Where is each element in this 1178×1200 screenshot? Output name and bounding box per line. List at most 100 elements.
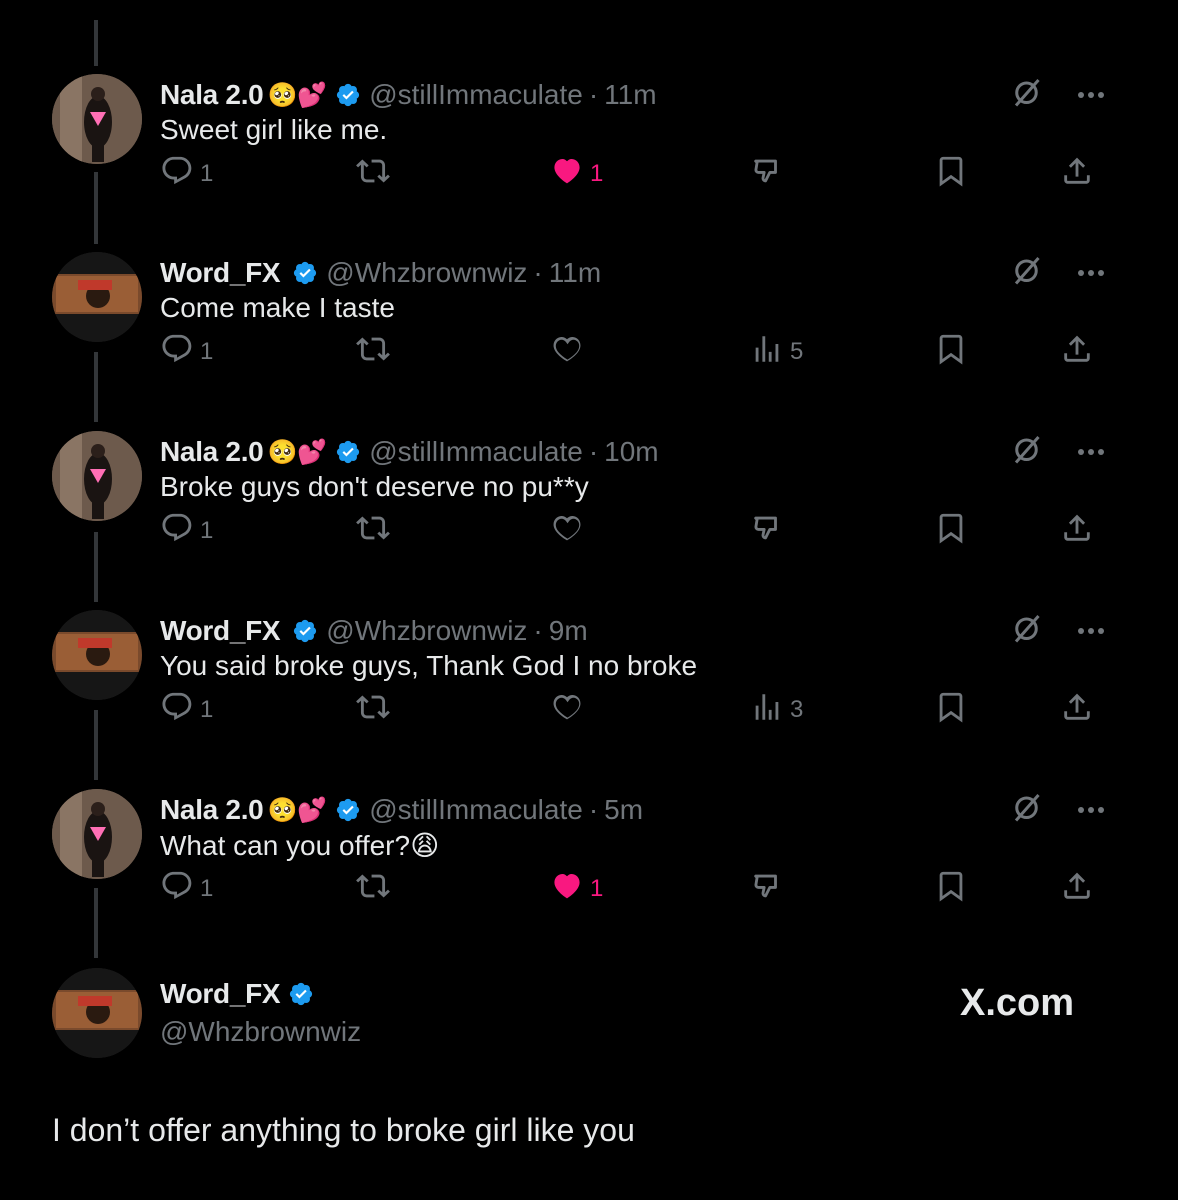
handle[interactable]: @stillImmaculate — [369, 436, 583, 468]
handle[interactable]: @Whzbrownwiz — [326, 257, 527, 289]
retweet-button[interactable] — [356, 332, 390, 372]
reply-button[interactable]: 1 — [160, 154, 213, 194]
views-button[interactable]: 3 — [750, 690, 803, 730]
display-name[interactable]: Word_FX — [160, 978, 281, 1010]
bookmark-button[interactable] — [934, 332, 968, 372]
share-button[interactable] — [1060, 154, 1094, 194]
display-name[interactable]: Word_FX — [160, 257, 281, 289]
dislike-button[interactable] — [750, 869, 790, 909]
like-button[interactable]: 1 — [550, 869, 603, 909]
heart-icon — [550, 690, 584, 731]
retweet-button[interactable] — [356, 690, 390, 730]
reply-button[interactable]: 1 — [160, 690, 213, 730]
tweet-text: You said broke guys, Thank God I no brok… — [160, 650, 698, 681]
more-icon[interactable] — [1076, 802, 1106, 813]
avatar[interactable] — [52, 74, 142, 164]
action-bar: 1 — [0, 511, 1178, 551]
tweet-text: Come make I taste — [160, 292, 395, 323]
reply-icon — [160, 154, 194, 195]
handle[interactable]: @Whzbrownwiz — [326, 615, 527, 647]
display-name[interactable]: Nala 2.0 — [160, 436, 264, 468]
reply-tweet[interactable]: Word_FX @Whzbrownwiz · 11m Come make I taste… — [0, 252, 1178, 402]
share-button[interactable] — [1060, 332, 1094, 372]
action-bar: 15 — [0, 332, 1178, 372]
timestamp[interactable]: 5m — [604, 794, 643, 826]
timestamp[interactable]: 10m — [604, 436, 658, 468]
grok-icon[interactable] — [1010, 74, 1046, 110]
like-button[interactable] — [550, 511, 590, 551]
main-post: Word_FX @Whzbrownwiz X.com — [0, 968, 1178, 1068]
separator-dot: · — [533, 257, 543, 288]
tweet-text: Broke guys don't deserve no pu**y — [160, 471, 589, 502]
reply-button[interactable]: 1 — [160, 332, 213, 372]
handle[interactable]: @stillImmaculate — [369, 79, 583, 111]
more-icon[interactable] — [1076, 87, 1106, 98]
tweet-top-icons — [1010, 431, 1106, 467]
heart-icon — [550, 154, 584, 195]
name-emojis: 🥺💕 — [267, 796, 328, 824]
bookmark-button[interactable] — [934, 511, 968, 551]
grok-icon[interactable] — [1010, 431, 1046, 467]
like-count: 1 — [590, 875, 604, 902]
share-icon — [1060, 511, 1094, 552]
grok-icon[interactable] — [1010, 789, 1046, 825]
like-button[interactable] — [550, 690, 590, 730]
timestamp[interactable]: 9m — [549, 615, 588, 647]
like-count: 1 — [590, 160, 604, 187]
verified-badge-icon — [290, 982, 313, 1006]
share-button[interactable] — [1060, 511, 1094, 551]
bookmark-button[interactable] — [934, 690, 968, 730]
views-icon — [750, 690, 784, 731]
more-icon[interactable] — [1076, 444, 1106, 455]
bookmark-button[interactable] — [934, 869, 968, 909]
grok-icon[interactable] — [1010, 610, 1046, 646]
timestamp[interactable]: 11m — [604, 79, 656, 111]
like-button[interactable] — [550, 332, 590, 372]
reply-tweet[interactable]: Word_FX @Whzbrownwiz · 9m You said broke guy… — [0, 610, 1178, 760]
retweet-icon — [356, 511, 390, 552]
reply-button[interactable]: 1 — [160, 869, 213, 909]
retweet-button[interactable] — [356, 154, 390, 194]
retweet-button[interactable] — [356, 511, 390, 551]
share-button[interactable] — [1060, 869, 1094, 909]
avatar[interactable] — [52, 252, 142, 342]
share-icon — [1060, 332, 1094, 373]
dislike-button[interactable] — [750, 511, 790, 551]
avatar[interactable] — [52, 610, 142, 700]
more-icon[interactable] — [1076, 265, 1106, 276]
display-name[interactable]: Nala 2.0 — [160, 794, 264, 826]
avatar[interactable] — [52, 431, 142, 521]
reply-tweet[interactable]: Nala 2.0 🥺💕 @stillImmaculate · 5m What can yo… — [0, 789, 1178, 939]
bookmark-button[interactable] — [934, 154, 968, 194]
reply-icon — [160, 332, 194, 373]
retweet-icon — [356, 332, 390, 373]
grok-icon[interactable] — [1010, 252, 1046, 288]
bookmark-icon — [934, 154, 968, 195]
retweet-button[interactable] — [356, 869, 390, 909]
share-button[interactable] — [1060, 690, 1094, 730]
verified-badge-icon — [337, 83, 360, 107]
handle[interactable]: @stillImmaculate — [369, 794, 583, 826]
heart-icon — [550, 869, 584, 910]
avatar[interactable] — [52, 789, 142, 879]
reply-tweet[interactable]: Nala 2.0 🥺💕 @stillImmaculate · 10m Broke guys… — [0, 431, 1178, 581]
share-icon — [1060, 154, 1094, 195]
separator-dot: · — [533, 615, 543, 646]
dislike-button[interactable] — [750, 154, 790, 194]
views-button[interactable]: 5 — [750, 332, 803, 372]
more-icon[interactable] — [1076, 623, 1106, 634]
verified-badge-icon — [337, 798, 360, 822]
avatar[interactable] — [52, 968, 142, 1058]
verified-badge-icon — [294, 261, 317, 285]
verified-badge-icon — [337, 440, 360, 464]
views-icon — [750, 332, 784, 373]
tweet-header: Nala 2.0 🥺💕 @stillImmaculate · 5m — [160, 793, 643, 827]
display-name[interactable]: Word_FX — [160, 615, 281, 647]
display-name[interactable]: Nala 2.0 — [160, 79, 264, 111]
reply-tweet[interactable]: Nala 2.0 🥺💕 @stillImmaculate · 11m Sweet girl… — [0, 74, 1178, 224]
handle[interactable]: @Whzbrownwiz — [160, 1016, 361, 1048]
tweet-header: Word_FX @Whzbrownwiz · 11m — [160, 256, 601, 290]
reply-button[interactable]: 1 — [160, 511, 213, 551]
timestamp[interactable]: 11m — [549, 257, 601, 289]
like-button[interactable]: 1 — [550, 154, 603, 194]
